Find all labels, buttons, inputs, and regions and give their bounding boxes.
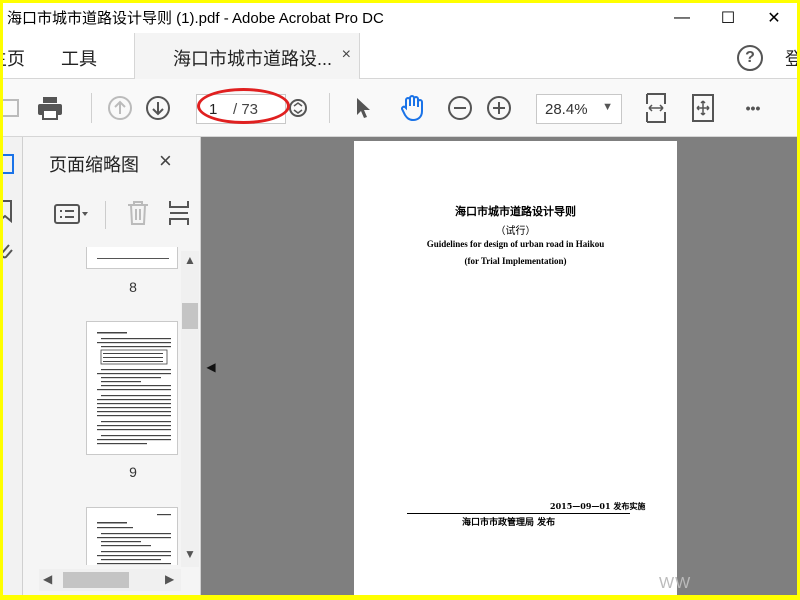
- minimize-button[interactable]: —: [659, 3, 705, 33]
- page-thumbnails-panel: 页面缩略图 × 8 9 ▲ ▼ ◀ ▶: [23, 137, 201, 595]
- document-tab-label: 海口市城市道路设...: [173, 49, 333, 69]
- publish-date: 2015—09—01 发布实施: [550, 501, 646, 511]
- document-title-en: Guidelines for design of urban road in H…: [426, 239, 605, 249]
- delete-page-icon[interactable]: [125, 199, 151, 227]
- toolbar: 1 / 73 28.4% ▼ •••: [3, 79, 797, 137]
- issuing-authority: 海口市市政管理局 发布: [462, 518, 556, 528]
- close-panel-button[interactable]: ×: [159, 148, 172, 174]
- next-page-icon[interactable]: [143, 93, 173, 123]
- acrobat-window: 海口市城市道路设计导则 (1).pdf - Adobe Acrobat Pro …: [3, 3, 797, 595]
- scrollbar-thumb[interactable]: [63, 572, 129, 588]
- window-title: 海口市城市道路设计导则 (1).pdf - Adobe Acrobat Pro …: [7, 10, 384, 27]
- scroll-down-icon[interactable]: ▼: [184, 547, 196, 561]
- thumbnail-text-line: [97, 258, 169, 259]
- save-icon[interactable]: [3, 93, 25, 123]
- zoom-in-icon[interactable]: [484, 93, 514, 123]
- scroll-up-icon[interactable]: ▲: [184, 253, 196, 267]
- page-thumbnail[interactable]: [86, 321, 178, 455]
- toolbar-separator: [329, 93, 330, 123]
- previous-page-icon[interactable]: [105, 93, 135, 123]
- pdf-page[interactable]: 海口市城市道路设计导则 （试行） Guidelines for design o…: [354, 141, 677, 595]
- thumbnail-horizontal-scrollbar[interactable]: ◀ ▶: [39, 569, 181, 591]
- document-subtitle-en: (for Trial Implementation): [464, 256, 567, 266]
- bookmarks-icon[interactable]: [3, 199, 17, 223]
- watermark-text: WW: [659, 575, 692, 592]
- thumbnail-vertical-scrollbar[interactable]: ▲ ▼: [181, 251, 199, 567]
- fit-width-icon[interactable]: [641, 93, 671, 123]
- annotation-ellipse: [197, 88, 290, 124]
- thumbnail-page-number: 9: [129, 464, 137, 480]
- thumbnail-page-content: [97, 332, 171, 445]
- maximize-button[interactable]: ☐: [705, 3, 751, 33]
- page-thumbnail[interactable]: [86, 247, 178, 269]
- thumbnail-page-content: [97, 514, 171, 565]
- scrollbar-thumb[interactable]: [182, 303, 198, 329]
- document-subtitle-cn: （试行）: [495, 226, 536, 237]
- zoom-level-dropdown[interactable]: 28.4% ▼: [536, 94, 622, 124]
- divider-rule: [407, 513, 630, 514]
- tab-tools[interactable]: 工具: [61, 45, 97, 71]
- navigation-pane-strip: [3, 137, 23, 595]
- help-icon[interactable]: ?: [737, 45, 763, 71]
- page-thumbnail[interactable]: [86, 507, 178, 565]
- zoom-out-icon[interactable]: [445, 93, 475, 123]
- thumbnail-page-number: 8: [129, 279, 137, 295]
- thumbnail-toolbar-separator: [105, 201, 106, 229]
- panel-title: 页面缩略图: [49, 155, 139, 175]
- scroll-left-icon[interactable]: ◀: [43, 572, 52, 586]
- more-tools-icon[interactable]: •••: [738, 93, 768, 123]
- insert-page-icon[interactable]: [167, 199, 191, 227]
- zoom-level-value: 28.4%: [545, 101, 588, 118]
- close-window-button[interactable]: ✕: [751, 3, 797, 33]
- sign-in-button[interactable]: 登: [785, 45, 797, 71]
- attachments-icon[interactable]: [3, 241, 17, 263]
- close-tab-button[interactable]: ×: [342, 46, 351, 64]
- collapse-panel-handle[interactable]: ◀: [201, 343, 221, 391]
- toolbar-separator: [91, 93, 92, 123]
- thumbnail-toolbar: [23, 191, 201, 235]
- tab-document[interactable]: 海口市城市道路设... ×: [134, 33, 360, 79]
- select-cursor-icon[interactable]: [348, 93, 378, 123]
- chevron-down-icon: ▼: [602, 101, 613, 113]
- print-icon[interactable]: [35, 93, 65, 123]
- page-thumbnails-icon[interactable]: [3, 153, 17, 175]
- thumbnail-options-icon[interactable]: [53, 203, 91, 225]
- document-title-cn: 海口市城市道路设计导则: [455, 205, 576, 218]
- full-screen-icon[interactable]: [688, 93, 718, 123]
- hand-tool-icon[interactable]: [397, 93, 427, 123]
- tab-home[interactable]: 主页: [3, 45, 25, 71]
- thumbnail-list: 8 9: [23, 247, 181, 565]
- tab-row: 主页 工具 海口市城市道路设... × ? 登: [3, 33, 797, 79]
- scroll-right-icon[interactable]: ▶: [165, 572, 174, 586]
- title-bar: 海口市城市道路设计导则 (1).pdf - Adobe Acrobat Pro …: [3, 3, 797, 33]
